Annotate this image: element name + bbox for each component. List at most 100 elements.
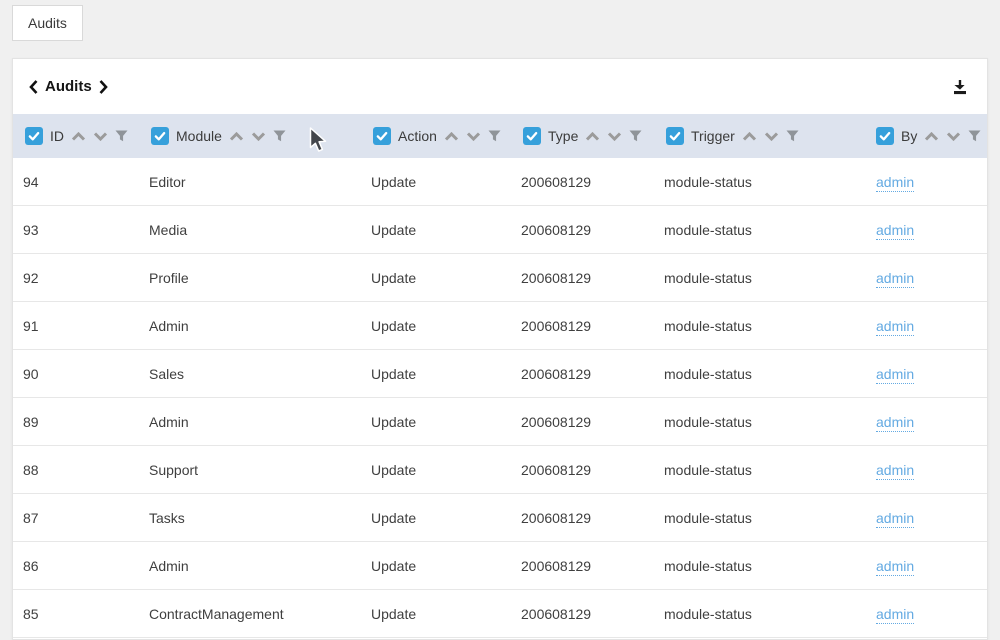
filter-icon[interactable] <box>115 130 128 142</box>
cell-action: Update <box>361 270 511 286</box>
filter-icon[interactable] <box>786 130 799 142</box>
cell-module: Admin <box>139 558 361 574</box>
cell-module: Support <box>139 462 361 478</box>
cell-type: 200608129 <box>511 270 654 286</box>
table-row: 94 Editor Update 200608129 module-status… <box>13 158 987 206</box>
cell-trigger: module-status <box>654 606 864 622</box>
card-title: Audits <box>29 78 108 95</box>
cell-action: Update <box>361 174 511 190</box>
by-link[interactable]: admin <box>876 414 914 432</box>
column-label: By <box>901 128 917 144</box>
cell-by: admin <box>864 462 987 478</box>
cell-id: 92 <box>13 270 139 286</box>
by-link[interactable]: admin <box>876 222 914 240</box>
download-icon[interactable] <box>951 78 969 96</box>
checkbox-checked-icon[interactable] <box>25 127 43 145</box>
cell-trigger: module-status <box>654 414 864 430</box>
cell-by: admin <box>864 270 987 286</box>
sort-desc-icon[interactable] <box>764 132 779 141</box>
cell-type: 200608129 <box>511 510 654 526</box>
chevron-right-icon[interactable] <box>99 80 108 94</box>
cell-id: 90 <box>13 366 139 382</box>
column-label: ID <box>50 128 64 144</box>
cell-trigger: module-status <box>654 366 864 382</box>
filter-icon[interactable] <box>488 130 501 142</box>
by-link[interactable]: admin <box>876 318 914 336</box>
column-label: Type <box>548 128 578 144</box>
cell-id: 85 <box>13 606 139 622</box>
by-link[interactable]: admin <box>876 270 914 288</box>
cell-by: admin <box>864 222 987 238</box>
filter-icon[interactable] <box>968 130 981 142</box>
cell-id: 93 <box>13 222 139 238</box>
cell-id: 89 <box>13 414 139 430</box>
checkbox-checked-icon[interactable] <box>373 127 391 145</box>
column-header-id: ID <box>13 127 139 145</box>
by-link[interactable]: admin <box>876 462 914 480</box>
checkbox-checked-icon[interactable] <box>666 127 684 145</box>
filter-icon[interactable] <box>273 130 286 142</box>
cell-by: admin <box>864 174 987 190</box>
cell-type: 200608129 <box>511 366 654 382</box>
cell-module: Editor <box>139 174 361 190</box>
filter-icon[interactable] <box>629 130 642 142</box>
sort-desc-icon[interactable] <box>946 132 961 141</box>
sort-desc-icon[interactable] <box>607 132 622 141</box>
by-link[interactable]: admin <box>876 510 914 528</box>
by-link[interactable]: admin <box>876 606 914 624</box>
sort-asc-icon[interactable] <box>924 132 939 141</box>
cell-type: 200608129 <box>511 606 654 622</box>
sort-desc-icon[interactable] <box>251 132 266 141</box>
table-row: 92 Profile Update 200608129 module-statu… <box>13 254 987 302</box>
checkbox-checked-icon[interactable] <box>151 127 169 145</box>
table-header-row: ID Module Action <box>13 114 987 158</box>
table-row: 88 Support Update 200608129 module-statu… <box>13 446 987 494</box>
by-link[interactable]: admin <box>876 174 914 192</box>
sort-asc-icon[interactable] <box>742 132 757 141</box>
table-row: 90 Sales Update 200608129 module-status … <box>13 350 987 398</box>
cell-action: Update <box>361 510 511 526</box>
cell-module: Admin <box>139 414 361 430</box>
table-row: 85 ContractManagement Update 200608129 m… <box>13 590 987 638</box>
page: Audits Audits ID <box>0 0 1000 640</box>
sort-asc-icon[interactable] <box>444 132 459 141</box>
cell-module: Sales <box>139 366 361 382</box>
cell-by: admin <box>864 318 987 334</box>
sort-asc-icon[interactable] <box>229 132 244 141</box>
chevron-left-icon[interactable] <box>29 80 38 94</box>
cell-type: 200608129 <box>511 558 654 574</box>
cell-action: Update <box>361 318 511 334</box>
table-row: 86 Admin Update 200608129 module-status … <box>13 542 987 590</box>
table-row: 93 Media Update 200608129 module-status … <box>13 206 987 254</box>
sort-desc-icon[interactable] <box>93 132 108 141</box>
cell-trigger: module-status <box>654 222 864 238</box>
cell-trigger: module-status <box>654 270 864 286</box>
cell-type: 200608129 <box>511 222 654 238</box>
cell-by: admin <box>864 366 987 382</box>
sort-asc-icon[interactable] <box>585 132 600 141</box>
table-body: 94 Editor Update 200608129 module-status… <box>13 158 987 638</box>
column-label: Module <box>176 128 222 144</box>
table-row: 87 Tasks Update 200608129 module-status … <box>13 494 987 542</box>
by-link[interactable]: admin <box>876 366 914 384</box>
cell-trigger: module-status <box>654 558 864 574</box>
cell-trigger: module-status <box>654 318 864 334</box>
table-row: 89 Admin Update 200608129 module-status … <box>13 398 987 446</box>
tab-label: Audits <box>28 15 67 31</box>
cell-type: 200608129 <box>511 318 654 334</box>
cell-module: Admin <box>139 318 361 334</box>
cell-module: Media <box>139 222 361 238</box>
tab-audits[interactable]: Audits <box>12 5 83 41</box>
sort-asc-icon[interactable] <box>71 132 86 141</box>
sort-desc-icon[interactable] <box>466 132 481 141</box>
cell-action: Update <box>361 222 511 238</box>
checkbox-checked-icon[interactable] <box>523 127 541 145</box>
cell-by: admin <box>864 606 987 622</box>
by-link[interactable]: admin <box>876 558 914 576</box>
checkbox-checked-icon[interactable] <box>876 127 894 145</box>
column-header-action: Action <box>361 127 511 145</box>
cell-type: 200608129 <box>511 174 654 190</box>
cell-id: 87 <box>13 510 139 526</box>
audits-card: Audits ID <box>12 58 988 640</box>
cell-module: ContractManagement <box>139 606 361 622</box>
